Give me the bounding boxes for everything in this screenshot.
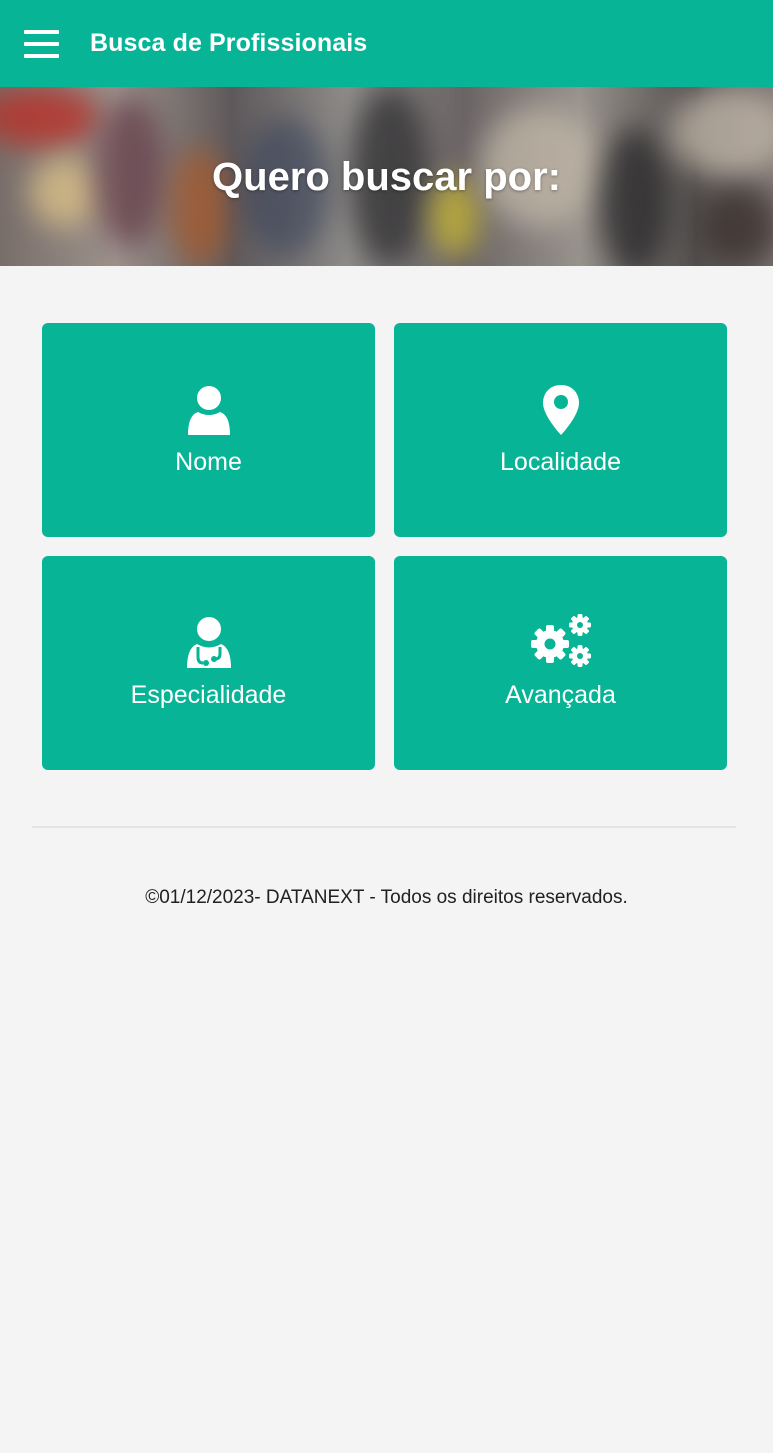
gears-icon <box>394 612 727 670</box>
app-bar-title: Busca de Profissionais <box>90 29 368 57</box>
map-pin-icon <box>394 379 727 437</box>
hero-title: Quero buscar por: <box>212 155 561 199</box>
search-by-location-label: Localidade <box>500 448 621 476</box>
search-by-name-button[interactable]: Nome <box>42 323 375 537</box>
user-icon <box>42 379 375 437</box>
footer-copyright: ©01/12/2023- DATANEXT - Todos os direito… <box>145 887 628 908</box>
app-bar: Busca de Profissionais <box>0 0 773 87</box>
hero-banner: Quero buscar por: <box>0 87 773 266</box>
search-by-name-label: Nome <box>175 448 242 476</box>
advanced-search-button[interactable]: Avançada <box>394 556 727 770</box>
hamburger-menu-icon[interactable] <box>24 29 60 58</box>
footer-divider <box>32 826 736 828</box>
search-by-specialty-label: Especialidade <box>130 681 287 709</box>
search-by-location-button[interactable]: Localidade <box>394 323 727 537</box>
doctor-stethoscope-icon <box>42 612 375 670</box>
advanced-search-label: Avançada <box>505 681 616 709</box>
search-by-specialty-button[interactable]: Especialidade <box>42 556 375 770</box>
